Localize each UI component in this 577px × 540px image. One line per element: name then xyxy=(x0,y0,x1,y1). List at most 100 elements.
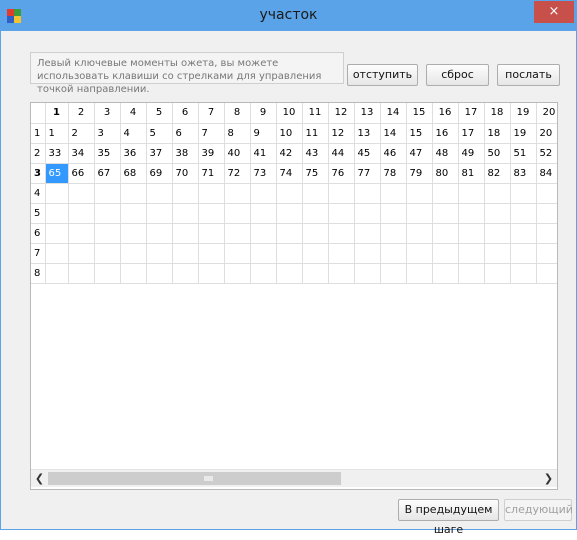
grid-cell[interactable] xyxy=(223,182,251,204)
column-header[interactable]: 15 xyxy=(405,103,433,124)
grid-cell[interactable] xyxy=(431,242,459,264)
grid-cell[interactable] xyxy=(327,242,355,264)
grid-cell[interactable]: 14 xyxy=(379,122,407,144)
grid-cell[interactable] xyxy=(67,262,95,284)
grid-cell[interactable] xyxy=(67,242,95,264)
grid-cell[interactable] xyxy=(197,202,225,224)
grid-cell[interactable]: 13 xyxy=(353,122,381,144)
row-header[interactable]: 5 xyxy=(31,202,46,224)
row-header[interactable]: 4 xyxy=(31,182,46,204)
grid-cell[interactable] xyxy=(405,262,433,284)
grid-cell[interactable] xyxy=(457,202,485,224)
grid-cell[interactable] xyxy=(405,242,433,264)
column-header[interactable]: 2 xyxy=(67,103,95,124)
grid-cell[interactable] xyxy=(353,202,381,224)
grid-cell[interactable] xyxy=(535,222,557,244)
grid-cell[interactable] xyxy=(327,202,355,224)
grid-cell[interactable] xyxy=(301,262,329,284)
grid-cell[interactable] xyxy=(145,202,173,224)
grid-cell[interactable] xyxy=(483,202,511,224)
grid-cell[interactable]: 52 xyxy=(535,142,557,164)
grid-cell[interactable] xyxy=(379,202,407,224)
column-header[interactable]: 19 xyxy=(509,103,537,124)
grid-cell[interactable]: 9 xyxy=(249,122,277,144)
grid-cell[interactable] xyxy=(327,222,355,244)
grid-cell[interactable]: 10 xyxy=(275,122,303,144)
grid-cell[interactable]: 38 xyxy=(171,142,199,164)
grid-cell[interactable] xyxy=(431,182,459,204)
grid-cell[interactable] xyxy=(509,182,537,204)
grid-cell[interactable] xyxy=(431,262,459,284)
grid-cell[interactable] xyxy=(119,222,147,244)
grid-cell[interactable] xyxy=(249,182,277,204)
row-header[interactable]: 6 xyxy=(31,222,46,244)
grid-cell[interactable]: 83 xyxy=(509,162,537,184)
grid-cell[interactable] xyxy=(223,242,251,264)
grid-cell[interactable]: 50 xyxy=(483,142,511,164)
grid-cell[interactable]: 79 xyxy=(405,162,433,184)
grid-cell[interactable]: 78 xyxy=(379,162,407,184)
scroll-right-icon[interactable]: ❯ xyxy=(540,470,557,487)
grid-cell[interactable] xyxy=(535,262,557,284)
grid-cell[interactable] xyxy=(197,262,225,284)
grid-cell[interactable] xyxy=(119,242,147,264)
grid-cell[interactable] xyxy=(67,202,95,224)
grid-cell[interactable] xyxy=(119,202,147,224)
column-header[interactable]: 5 xyxy=(145,103,173,124)
grid-cell[interactable] xyxy=(353,262,381,284)
grid-cell[interactable] xyxy=(249,242,277,264)
grid-cell[interactable] xyxy=(223,222,251,244)
column-header[interactable]: 20 xyxy=(535,103,557,124)
grid-cell[interactable] xyxy=(483,242,511,264)
grid-cell[interactable] xyxy=(44,222,69,244)
grid-cell[interactable] xyxy=(509,242,537,264)
column-header[interactable]: 10 xyxy=(275,103,303,124)
grid-cell[interactable] xyxy=(535,242,557,264)
grid-cell[interactable] xyxy=(93,182,121,204)
grid-cell[interactable] xyxy=(483,182,511,204)
grid-cell[interactable]: 68 xyxy=(119,162,147,184)
grid-cell[interactable]: 18 xyxy=(483,122,511,144)
grid-cell[interactable] xyxy=(327,262,355,284)
grid-cell[interactable]: 37 xyxy=(145,142,173,164)
grid-cell[interactable] xyxy=(171,202,199,224)
grid-cell[interactable] xyxy=(275,242,303,264)
column-header[interactable]: 13 xyxy=(353,103,381,124)
grid-cell[interactable]: 71 xyxy=(197,162,225,184)
grid-cell[interactable]: 47 xyxy=(405,142,433,164)
column-header[interactable]: 4 xyxy=(119,103,147,124)
grid-cell[interactable] xyxy=(145,222,173,244)
column-header[interactable]: 16 xyxy=(431,103,459,124)
grid-cell[interactable] xyxy=(405,202,433,224)
grid-cell[interactable]: 70 xyxy=(171,162,199,184)
send-button[interactable]: послать xyxy=(497,64,560,86)
grid-cell[interactable]: 49 xyxy=(457,142,485,164)
grid-cell[interactable] xyxy=(249,262,277,284)
grid-cell[interactable]: 65 xyxy=(44,162,69,184)
grid-cell[interactable] xyxy=(353,182,381,204)
grid-cell[interactable]: 19 xyxy=(509,122,537,144)
grid-cell[interactable] xyxy=(171,222,199,244)
grid-cell[interactable]: 66 xyxy=(67,162,95,184)
grid-cell[interactable]: 40 xyxy=(223,142,251,164)
grid-cell[interactable] xyxy=(223,262,251,284)
grid-cell[interactable] xyxy=(457,262,485,284)
column-header[interactable]: 14 xyxy=(379,103,407,124)
grid-cell[interactable]: 45 xyxy=(353,142,381,164)
grid-cell[interactable]: 20 xyxy=(535,122,557,144)
column-header[interactable]: 3 xyxy=(93,103,121,124)
column-header[interactable]: 6 xyxy=(171,103,199,124)
row-header[interactable]: 7 xyxy=(31,242,46,264)
grid-cell[interactable] xyxy=(301,202,329,224)
grid-cell[interactable]: 41 xyxy=(249,142,277,164)
grid-cell[interactable] xyxy=(197,222,225,244)
grid-cell[interactable] xyxy=(171,182,199,204)
grid-cell[interactable]: 11 xyxy=(301,122,329,144)
grid-cell[interactable] xyxy=(275,222,303,244)
grid-cell[interactable] xyxy=(431,222,459,244)
grid-cell[interactable]: 35 xyxy=(93,142,121,164)
grid-cell[interactable]: 4 xyxy=(119,122,147,144)
grid-cell[interactable] xyxy=(197,242,225,264)
grid-cell[interactable]: 2 xyxy=(67,122,95,144)
grid-cell[interactable]: 1 xyxy=(44,122,69,144)
